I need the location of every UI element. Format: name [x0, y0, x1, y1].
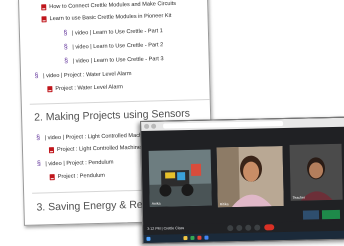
participant-tile[interactable]: Anika [148, 149, 212, 207]
list-item[interactable]: § | video | Learn to Use Crettle - Part … [63, 55, 164, 65]
list-item[interactable]: How to Connect Crettle Modules and Make … [41, 1, 176, 11]
item-label: Project : Light Controlled Machine [56, 144, 141, 154]
video-call-window: Anika Ritika Teacher 3:12 PM | Crettle C… [140, 116, 344, 244]
self-view-thumbnail[interactable] [321, 209, 341, 220]
item-label: | video | Learn to Use Crettle - Part 1 [71, 27, 163, 37]
video-feed [216, 146, 284, 208]
item-label: How to Connect Crettle Modules and Make … [49, 0, 177, 11]
end-call-icon[interactable] [264, 224, 275, 231]
list-item[interactable]: § | video | Project : Pendulum [35, 159, 114, 168]
list-item[interactable]: Learn to use Basic Crettle Modules in Pi… [41, 12, 172, 23]
pdf-icon [48, 147, 55, 154]
list-item[interactable]: § | video | Project : Water Level Alarm [33, 70, 132, 80]
meeting-time: 3:12 PM | Crettle Class [147, 226, 185, 231]
video-icon: § [36, 134, 41, 142]
list-item[interactable]: § | video | Learn to Use Crettle - Part … [62, 41, 163, 51]
item-label: Project : Water Level Alarm [55, 84, 124, 93]
pdf-icon [49, 174, 55, 181]
present-icon[interactable] [245, 224, 252, 231]
list-item[interactable]: § | video | Learn to Use Crettle - Part … [62, 27, 163, 37]
microphone-icon[interactable] [227, 225, 234, 232]
item-label: | video | Project : Light Controlled Mac… [44, 132, 150, 141]
list-item[interactable]: Project : Pendulum [49, 172, 106, 181]
video-icon: § [63, 43, 68, 51]
video-icon: § [36, 160, 41, 168]
browser-toolbar [141, 117, 344, 131]
taskbar-app-icon[interactable] [183, 236, 188, 241]
browser-button[interactable] [144, 123, 150, 129]
video-icon: § [63, 29, 68, 37]
video-feed [148, 149, 212, 207]
start-icon[interactable] [146, 236, 151, 241]
browser-button[interactable] [151, 123, 157, 129]
participant-name: Ritika [219, 202, 229, 207]
camera-icon[interactable] [236, 224, 243, 232]
participant-name: Anika [151, 201, 161, 206]
pdf-icon [41, 16, 47, 23]
participant-name: Teacher [292, 195, 306, 200]
self-view-thumbnail[interactable] [302, 210, 320, 220]
list-item[interactable]: § | video | Project : Light Controlled M… [35, 132, 150, 142]
video-feed [289, 143, 343, 201]
list-item[interactable]: Project : Light Controlled Machine [48, 144, 141, 154]
pdf-icon [41, 4, 47, 11]
item-label: | video | Learn to Use Crettle - Part 3 [72, 55, 164, 65]
video-icon: § [64, 57, 69, 65]
item-label: | video | Learn to Use Crettle - Part 2 [72, 41, 164, 51]
taskbar-app-icon[interactable] [197, 235, 202, 240]
address-bar[interactable] [163, 121, 284, 129]
list-item[interactable]: Project : Water Level Alarm [47, 84, 124, 93]
item-label: | video | Project : Pendulum [45, 159, 114, 167]
more-options-icon[interactable] [254, 224, 261, 231]
item-label: Learn to use Basic Crettle Modules in Pi… [49, 12, 172, 23]
section-divider [29, 99, 210, 105]
item-label: Project : Pendulum [57, 172, 106, 181]
item-label: | video | Project : Water Level Alarm [42, 70, 132, 79]
video-icon: § [34, 72, 39, 80]
taskbar-app-icon[interactable] [190, 235, 195, 240]
pdf-icon [47, 86, 53, 93]
taskbar-app-icon[interactable] [204, 235, 209, 240]
participant-tile[interactable]: Teacher [289, 143, 343, 201]
participant-tile[interactable]: Ritika [216, 146, 284, 208]
